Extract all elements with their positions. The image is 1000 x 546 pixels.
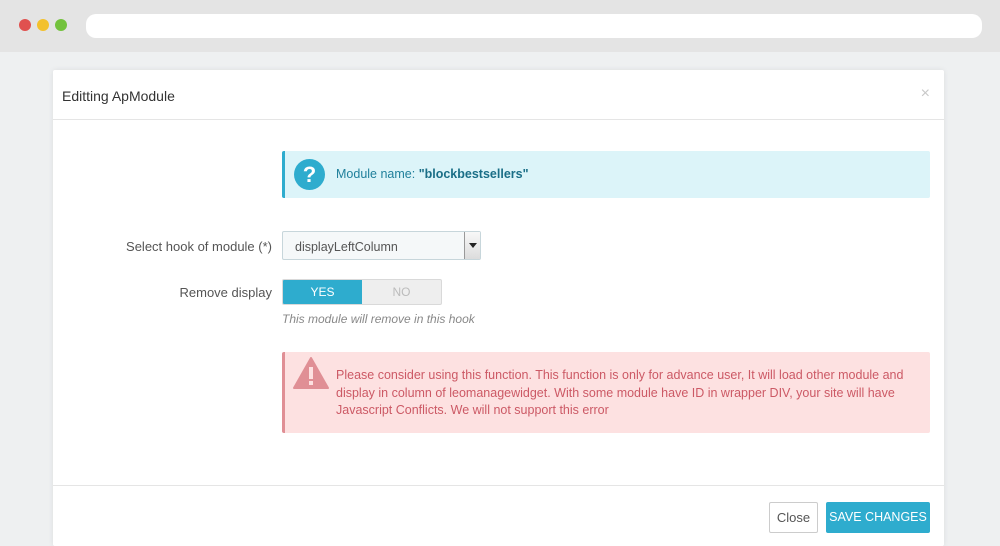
module-name-label: Module name: [336,167,419,181]
toggle-no-option[interactable]: NO [362,280,441,304]
warning-text: Please consider using this function. Thi… [336,368,904,417]
window-close-dot[interactable] [19,19,31,31]
remove-display-help: This module will remove in this hook [282,312,475,326]
module-name-value: "blockbestsellers" [418,167,529,181]
edit-module-modal: Editting ApModule × ? Module name: "bloc… [53,70,944,546]
close-icon[interactable]: × [921,85,930,103]
hook-label: Select hook of module (*) [126,239,272,254]
modal-footer: Close SAVE CHANGES [53,485,944,546]
close-button[interactable]: Close [769,502,818,533]
modal-title: Editting ApModule [62,88,175,104]
browser-chrome [0,0,1000,52]
chevron-down-icon[interactable] [464,232,480,259]
remove-display-label: Remove display [179,285,273,300]
module-name-text: Module name: "blockbestsellers" [336,167,529,181]
hook-select[interactable]: displayLeftColumn [282,231,481,260]
warning-triangle-icon [293,357,329,389]
modal-header: Editting ApModule × [53,70,944,120]
question-icon: ? [294,159,325,190]
toggle-yes-option[interactable]: YES [283,280,362,304]
warning-alert: Please consider using this function. Thi… [282,352,930,433]
window-maximize-dot[interactable] [55,19,67,31]
window-minimize-dot[interactable] [37,19,49,31]
save-changes-button[interactable]: SAVE CHANGES [826,502,930,533]
info-alert: ? Module name: "blockbestsellers" [282,151,930,198]
hook-select-value: displayLeftColumn [295,240,398,254]
remove-display-toggle[interactable]: YES NO [282,279,442,305]
address-bar[interactable] [86,14,982,38]
